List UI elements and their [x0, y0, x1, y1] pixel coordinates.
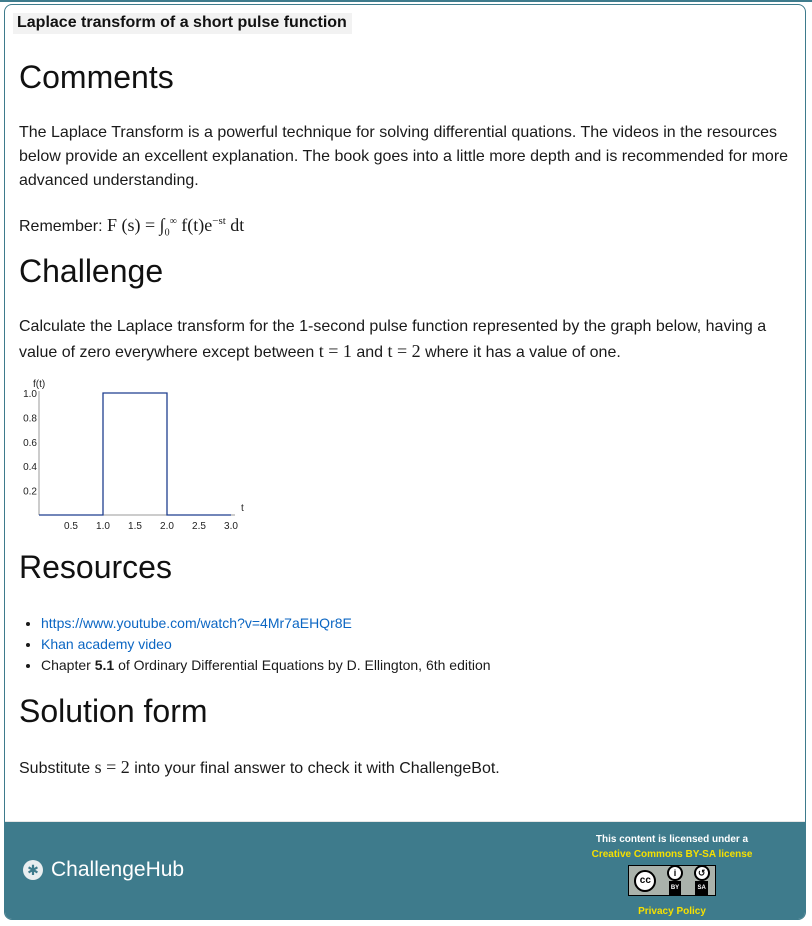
y-tick-label: 0.6: [23, 438, 37, 449]
pulse-chart: f(t)t0.20.40.60.81.00.5 1.0 1.5 2.0 2.5 3.0: [23, 379, 244, 532]
book-suffix: of Ordinary Differential Equations by D.…: [118, 657, 491, 673]
brand-logo[interactable]: ✱ ChallengeHub: [23, 858, 184, 882]
x-tick-label: 1.5: [128, 521, 142, 532]
laplace-formula: F (s) = ∫0∞ f(t)e−st dt: [107, 215, 245, 239]
y-tick-label: 0.4: [23, 462, 37, 473]
solution-paragraph: Substitute s = 2 into your final answer …: [19, 755, 794, 781]
math-t-2: t = 2: [387, 341, 421, 361]
brand-name: ChallengeHub: [51, 858, 185, 881]
book-prefix: Chapter: [41, 657, 91, 673]
resource-item: Khan academy video: [41, 634, 491, 655]
comments-paragraph: The Laplace Transform is a powerful tech…: [19, 124, 789, 189]
sa-label: SA: [695, 881, 708, 896]
cc-by-sa-badge[interactable]: cc i BY ↺ SA: [628, 865, 716, 896]
challenge-heading: Challenge: [19, 253, 164, 289]
youtube-link[interactable]: https://www.youtube.com/watch?v=4Mr7aEHQ…: [41, 615, 352, 631]
share-alike-icon: ↺: [693, 865, 710, 881]
challenge-paragraph: Calculate the Laplace transform for the …: [19, 315, 794, 365]
footer: ✱ ChallengeHub This content is licensed …: [5, 821, 805, 919]
pulse-series-line: [39, 392, 231, 516]
cc-icon: cc: [634, 869, 657, 892]
y-tick-label: 0.2: [23, 487, 37, 498]
y-tick-label: 0.8: [23, 413, 37, 424]
privacy-policy-link[interactable]: Privacy Policy: [577, 904, 767, 919]
x-axis-label: t: [241, 503, 244, 514]
top-border: [0, 0, 812, 2]
license-link[interactable]: Creative Commons BY-SA license: [592, 849, 753, 860]
solution-text-after: into your final answer to check it with …: [134, 760, 500, 777]
sa-group: ↺ SA: [693, 865, 710, 896]
resources-heading: Resources: [19, 549, 172, 585]
remember-formula-line: Remember: F (s) = ∫0∞ f(t)e−st dt: [19, 209, 794, 246]
math-s-2: s = 2: [94, 757, 130, 777]
challenge-card: Laplace transform of a short pulse funct…: [4, 4, 806, 920]
comments-heading: Comments: [19, 59, 174, 95]
challengehub-icon: ✱: [23, 860, 43, 880]
x-tick-label: 2.0: [160, 521, 174, 532]
challenge-text-after: where it has a value of one.: [425, 344, 621, 361]
y-tick-label: 1.0: [23, 389, 37, 400]
x-tick-label: 2.5: [192, 521, 206, 532]
x-tick-label: 0.5: [64, 521, 78, 532]
attribution-icon: i: [666, 865, 683, 881]
khan-academy-link[interactable]: Khan academy video: [41, 636, 172, 652]
license-block: This content is licensed under a Creativ…: [577, 832, 767, 919]
page-title: Laplace transform of a short pulse funct…: [13, 13, 352, 34]
resource-item: Chapter 5.1 of Ordinary Differential Equ…: [41, 655, 491, 676]
book-chapter: 5.1: [94, 657, 115, 673]
remember-label: Remember:: [19, 218, 103, 235]
math-t-1: t = 1: [318, 341, 352, 361]
by-group: i BY: [666, 865, 683, 896]
solution-text-before: Substitute: [19, 760, 91, 777]
challenge-text-and: and: [356, 344, 384, 361]
x-tick-label: 1.0: [96, 521, 110, 532]
resource-item: https://www.youtube.com/watch?v=4Mr7aEHQ…: [41, 613, 491, 634]
resources-list: https://www.youtube.com/watch?v=4Mr7aEHQ…: [41, 613, 491, 676]
license-text: This content is licensed under a: [595, 834, 749, 845]
x-tick-label: 3.0: [224, 521, 238, 532]
solution-heading: Solution form: [19, 693, 208, 729]
by-label: BY: [668, 881, 682, 896]
